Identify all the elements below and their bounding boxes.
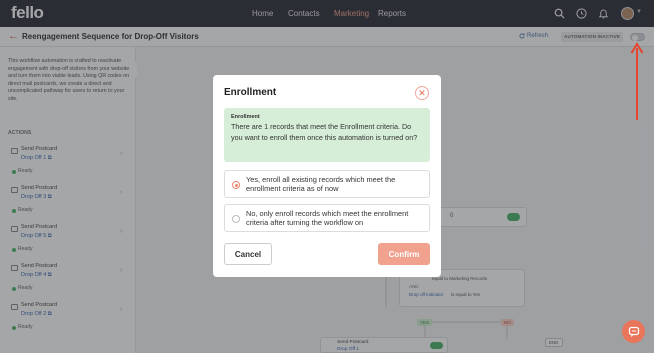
- radio-button[interactable]: [232, 215, 240, 223]
- enroll-future-option[interactable]: No, only enroll records which meet the e…: [224, 204, 430, 232]
- info-heading: Enrollment: [231, 114, 260, 120]
- chat-help-icon[interactable]: [622, 320, 645, 343]
- option-label: No, only enroll records which meet the e…: [246, 209, 409, 227]
- annotation-arrow-icon: [630, 42, 644, 120]
- close-icon[interactable]: ✕: [415, 86, 429, 100]
- enroll-existing-option[interactable]: Yes, enroll all existing records which m…: [224, 170, 430, 198]
- radio-button-selected[interactable]: [232, 181, 240, 189]
- enrollment-dialog: Enrollment ✕ Enrollment There are 1 reco…: [213, 75, 441, 277]
- dialog-title: Enrollment: [224, 87, 277, 98]
- cancel-button[interactable]: Cancel: [224, 243, 272, 265]
- info-text: There are 1 records that meet the Enroll…: [231, 122, 418, 142]
- confirm-button[interactable]: Confirm: [378, 243, 430, 265]
- option-label: Yes, enroll all existing records which m…: [246, 175, 396, 193]
- enrollment-info-box: Enrollment There are 1 records that meet…: [224, 108, 430, 162]
